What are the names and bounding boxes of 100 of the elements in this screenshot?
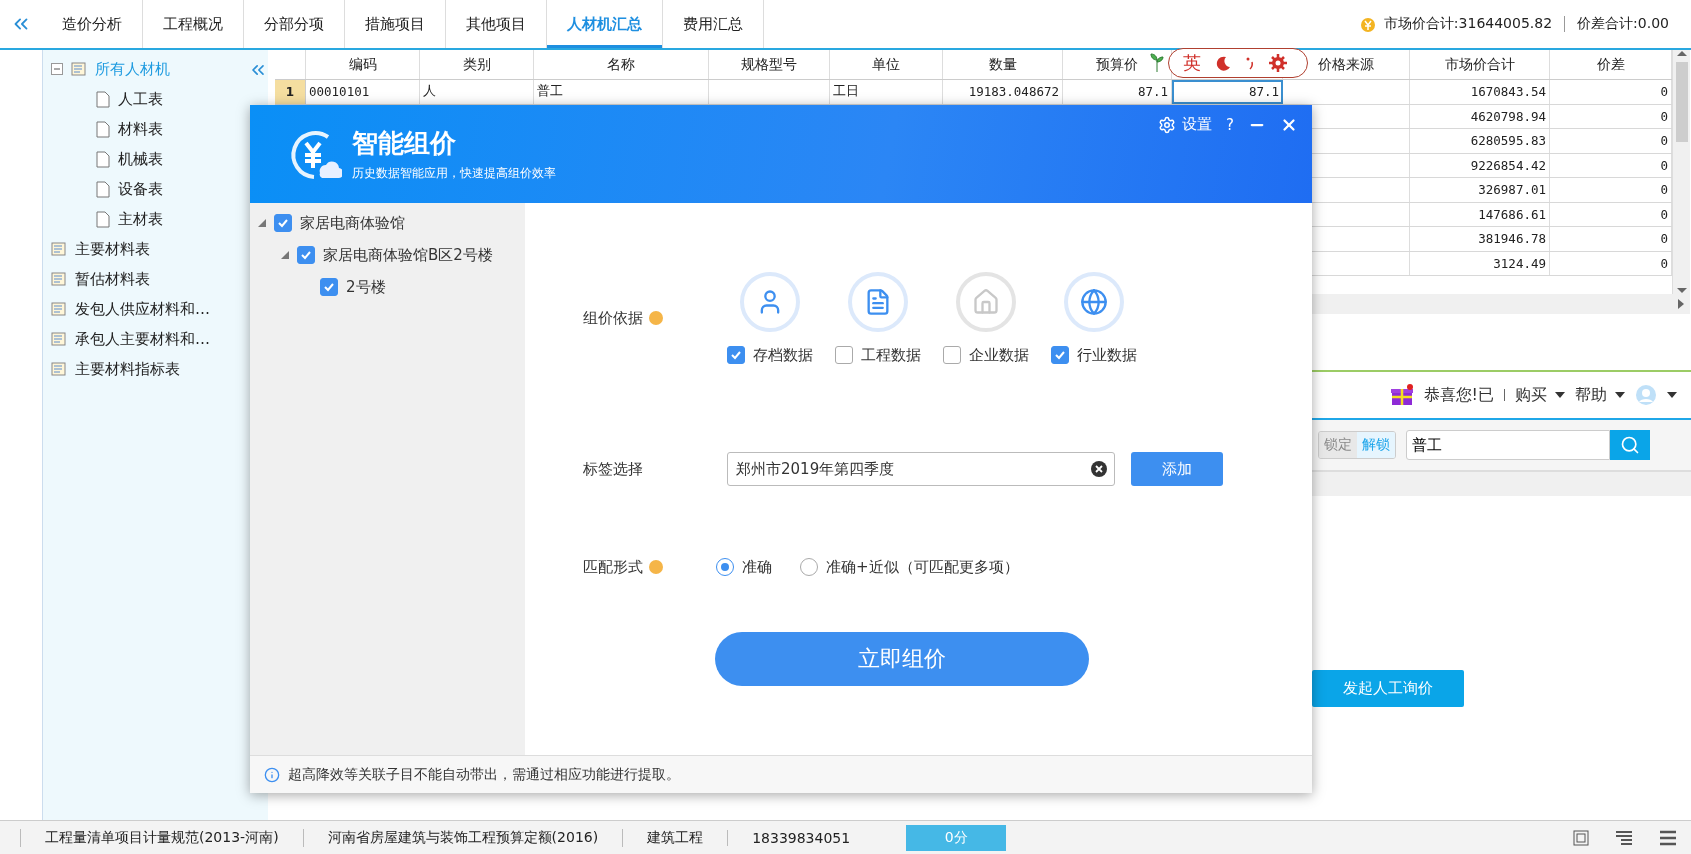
tree-item[interactable]: 主要材料表 bbox=[75, 239, 150, 259]
status-text: 建筑工程 bbox=[622, 828, 728, 847]
triangle-icon[interactable] bbox=[281, 251, 289, 259]
status-text: 18339834051 bbox=[727, 829, 875, 846]
punctuation-icon bbox=[1245, 56, 1255, 70]
settings-button[interactable]: 设置 bbox=[1158, 115, 1213, 134]
help-button[interactable]: ? bbox=[1226, 115, 1234, 134]
tree-item[interactable]: 家居电商体验馆B区2号楼 bbox=[323, 245, 493, 265]
table-cell: 1670843.54 bbox=[1410, 80, 1550, 104]
source-glyph-icon bbox=[1080, 287, 1108, 316]
radio-label: 准确+近似（可匹配更多项） bbox=[826, 557, 1019, 577]
table-icon bbox=[71, 61, 87, 77]
tree-item[interactable]: 2号楼 bbox=[346, 277, 386, 297]
score-badge: 0分 bbox=[906, 824, 1007, 851]
table-cell: 381946.78 bbox=[1410, 227, 1550, 251]
scrollbar-thumb[interactable] bbox=[1675, 62, 1688, 142]
sprout-icon bbox=[1150, 52, 1164, 72]
table-icon bbox=[51, 331, 67, 347]
dialog-title: 智能组价 bbox=[352, 127, 457, 160]
table-cell: 人 bbox=[420, 80, 534, 104]
row-number: 1 bbox=[275, 80, 306, 104]
table-cell: 326987.01 bbox=[1410, 178, 1550, 202]
document-icon bbox=[96, 90, 110, 108]
settings-icon bbox=[1158, 115, 1177, 134]
footer-note: 超高降效等关联子目不能自动带出，需通过相应功能进行提取。 bbox=[288, 765, 680, 784]
column-header: 类别 bbox=[420, 50, 534, 79]
dialog-subtitle: 历史数据智能应用，快速提高组价效率 bbox=[352, 165, 556, 182]
document-icon bbox=[96, 180, 110, 198]
caret-icon[interactable] bbox=[1615, 392, 1625, 398]
triangle-icon[interactable] bbox=[258, 219, 266, 227]
column-header: 单位 bbox=[830, 50, 943, 79]
notice-text: 恭喜您!已 bbox=[1423, 384, 1494, 406]
basis-label: 组价依据 bbox=[583, 308, 716, 328]
table-cell: 147686.61 bbox=[1410, 202, 1550, 226]
checkbox-label: 行业数据 bbox=[1077, 345, 1137, 365]
coin-icon bbox=[1359, 15, 1376, 33]
column-header: 编码 bbox=[306, 50, 420, 79]
gift-icon bbox=[1389, 383, 1414, 407]
tag-field[interactable]: 郑州市2019年第四季度 bbox=[727, 452, 1115, 486]
collapse-icon[interactable] bbox=[51, 63, 63, 75]
clear-icon[interactable] bbox=[1091, 461, 1107, 477]
table-cell: 87.1 bbox=[1172, 80, 1283, 104]
info-icon bbox=[264, 766, 280, 783]
table-icon bbox=[51, 301, 67, 317]
table-icon bbox=[51, 361, 67, 377]
table-cell: 19183.048672 bbox=[943, 80, 1063, 104]
menu-icon[interactable] bbox=[1659, 829, 1677, 846]
table-icon bbox=[51, 271, 67, 287]
checkbox[interactable] bbox=[1051, 346, 1069, 364]
tree-item[interactable]: 人工表 bbox=[118, 89, 163, 109]
status-text: 河南省房屋建筑与装饰工程预算定额(2016) bbox=[302, 828, 623, 847]
table-cell: 4620798.94 bbox=[1410, 104, 1550, 128]
column-header: 规格型号 bbox=[709, 50, 830, 79]
help-menu[interactable]: 帮助 bbox=[1575, 384, 1625, 406]
document-icon bbox=[96, 150, 110, 168]
check-icon bbox=[323, 281, 335, 293]
checkbox[interactable] bbox=[320, 278, 338, 296]
source-glyph-icon bbox=[972, 287, 1000, 316]
check-icon bbox=[277, 217, 289, 229]
table-cell: 9226854.42 bbox=[1410, 153, 1550, 177]
tag-label: 标签选择 bbox=[583, 459, 644, 479]
caret-icon[interactable] bbox=[1555, 392, 1565, 398]
market-total-text: 市场价合计:31644005.82 bbox=[1383, 15, 1553, 33]
column-header: 名称 bbox=[534, 50, 709, 79]
checkbox-label: 工程数据 bbox=[861, 345, 921, 365]
document-icon bbox=[96, 210, 110, 228]
tree-item[interactable]: 发包人供应材料和… bbox=[75, 299, 210, 319]
checkbox-label: 存档数据 bbox=[753, 345, 813, 365]
tree-item[interactable]: 暂估材料表 bbox=[75, 269, 150, 289]
search-button[interactable] bbox=[1610, 430, 1650, 460]
match-label: 匹配形式 bbox=[583, 557, 716, 577]
table-icon bbox=[51, 241, 67, 257]
column-header: 数量 bbox=[943, 50, 1063, 79]
table-cell: 工日 bbox=[830, 80, 943, 104]
caret-icon[interactable] bbox=[1667, 392, 1677, 398]
table-cell: 3124.49 bbox=[1410, 251, 1550, 275]
checkbox[interactable] bbox=[835, 346, 853, 364]
tree-item[interactable]: 主材表 bbox=[118, 209, 163, 229]
ime-toolbar[interactable]: 英 bbox=[1168, 48, 1308, 78]
tree-item[interactable]: 主要材料指标表 bbox=[75, 359, 180, 379]
tree-item[interactable]: 设备表 bbox=[118, 179, 163, 199]
moon-icon bbox=[1215, 55, 1231, 71]
search-icon bbox=[1620, 435, 1640, 455]
list-icon[interactable] bbox=[1615, 829, 1633, 846]
table-cell: 普工 bbox=[534, 80, 709, 104]
tree-item[interactable]: 承包人主要材料和… bbox=[75, 329, 210, 349]
price-diff-total-text: 价差合计:0.00 bbox=[1577, 15, 1669, 33]
checkbox[interactable] bbox=[274, 214, 292, 232]
checkbox[interactable] bbox=[727, 346, 745, 364]
help-icon bbox=[649, 311, 663, 325]
checkbox[interactable] bbox=[297, 246, 315, 264]
window-icon[interactable] bbox=[1573, 829, 1589, 846]
search-field[interactable]: 普工 bbox=[1406, 430, 1610, 460]
buy-menu[interactable]: 购买 bbox=[1515, 384, 1565, 406]
tree-item[interactable]: 机械表 bbox=[118, 149, 163, 169]
tree-item[interactable]: 材料表 bbox=[118, 119, 163, 139]
ime-language-label: 英 bbox=[1183, 51, 1201, 75]
radio-label: 准确 bbox=[742, 557, 772, 577]
table-cell: 6280595.83 bbox=[1410, 129, 1550, 153]
tree-item[interactable]: 家居电商体验馆 bbox=[300, 213, 405, 233]
